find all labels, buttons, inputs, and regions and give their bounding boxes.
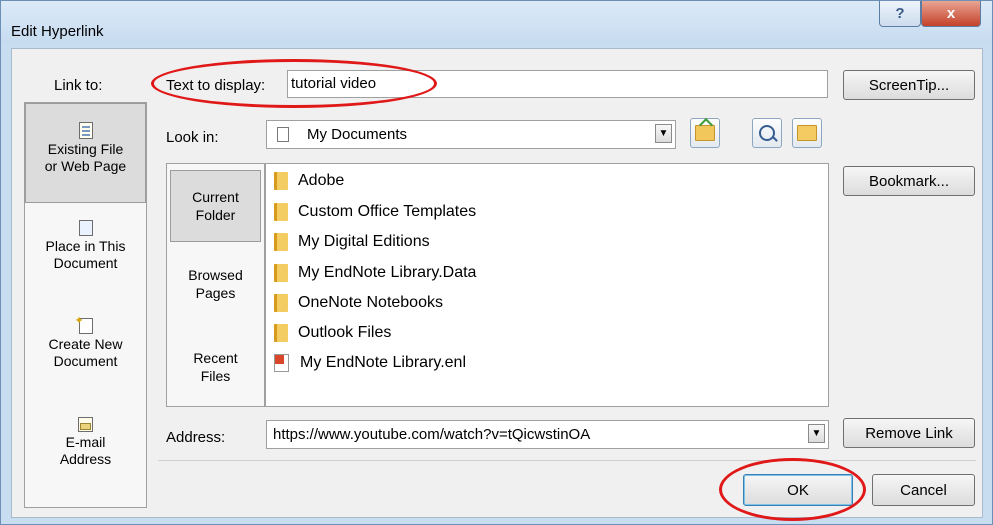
folder-icon xyxy=(274,203,288,221)
folder-icon xyxy=(274,324,288,342)
link-existing-file-label-2: or Web Page xyxy=(44,158,127,174)
open-folder-icon xyxy=(797,125,817,141)
folder-icon xyxy=(274,294,288,312)
file-name: OneNote Notebooks xyxy=(298,294,443,311)
folder-up-icon xyxy=(695,125,715,141)
link-create-new-document[interactable]: Create New Document xyxy=(25,313,146,370)
list-item[interactable]: Outlook Files xyxy=(274,320,391,346)
list-item[interactable]: Custom Office Templates xyxy=(274,199,476,225)
folder-icon xyxy=(274,264,288,282)
remove-link-button[interactable]: Remove Link xyxy=(843,418,975,448)
screentip-button[interactable]: ScreenTip... xyxy=(843,70,975,100)
browse-web-icon xyxy=(759,125,775,141)
file-name: My EndNote Library.enl xyxy=(300,354,466,371)
link-existing-file[interactable]: Existing File or Web Page xyxy=(25,103,146,203)
cancel-button[interactable]: Cancel xyxy=(872,474,975,506)
browse-nav-bar: Current Folder Browsed Pages Recent File… xyxy=(166,163,265,407)
endnote-file-icon xyxy=(274,354,289,372)
nav-current-label-1: Current xyxy=(192,189,239,205)
link-to-bar: Existing File or Web Page Place in This … xyxy=(24,102,147,508)
look-in-label: Look in: xyxy=(166,129,219,146)
nav-current-label-2: Folder xyxy=(195,207,236,223)
link-place-label-2: Document xyxy=(53,255,118,271)
link-place-in-document[interactable]: Place in This Document xyxy=(25,220,146,272)
link-create-label-1: Create New xyxy=(48,336,123,352)
dialog-title: Edit Hyperlink xyxy=(11,23,104,40)
nav-browsed-pages[interactable]: Browsed Pages xyxy=(170,266,261,302)
file-name: My EndNote Library.Data xyxy=(298,264,477,281)
list-item[interactable]: Adobe xyxy=(274,168,344,194)
up-one-folder-button[interactable] xyxy=(690,118,720,148)
look-in-value: My Documents xyxy=(307,126,408,143)
chevron-down-icon[interactable]: ▼ xyxy=(808,424,825,443)
link-create-label-2: Document xyxy=(53,353,118,369)
list-item[interactable]: My Digital Editions xyxy=(274,229,430,255)
list-item[interactable]: My EndNote Library.enl xyxy=(274,350,466,376)
link-email-label-1: E-mail xyxy=(65,434,106,450)
bookmark-button[interactable]: Bookmark... xyxy=(843,166,975,196)
address-value: https://www.youtube.com/watch?v=tQicwsti… xyxy=(273,426,591,443)
list-item[interactable]: OneNote Notebooks xyxy=(274,290,443,316)
browse-web-button[interactable] xyxy=(752,118,782,148)
chevron-down-icon[interactable]: ▼ xyxy=(655,124,672,143)
list-item[interactable]: My EndNote Library.Data xyxy=(274,260,476,286)
document-icon xyxy=(78,220,93,236)
help-button[interactable]: ? xyxy=(879,1,921,27)
close-button[interactable]: x xyxy=(921,1,981,27)
look-in-dropdown[interactable]: My Documents ▼ xyxy=(266,120,676,149)
web-page-icon xyxy=(78,122,93,139)
divider xyxy=(158,460,976,461)
file-list[interactable]: Adobe Custom Office Templates My Digital… xyxy=(265,163,829,407)
file-name: Custom Office Templates xyxy=(298,203,477,220)
folder-icon xyxy=(274,233,288,251)
new-document-icon xyxy=(75,313,93,334)
file-name: Adobe xyxy=(298,172,345,189)
link-existing-file-label-1: Existing File xyxy=(47,141,124,157)
address-label: Address: xyxy=(166,429,226,446)
address-field[interactable]: https://www.youtube.com/watch?v=tQicwsti… xyxy=(266,420,829,449)
link-email-address[interactable]: E-mail Address xyxy=(25,417,146,468)
nav-browsed-label-1: Browsed xyxy=(188,267,243,283)
nav-current-folder[interactable]: Current Folder xyxy=(170,170,261,242)
nav-browsed-label-2: Pages xyxy=(195,285,236,301)
link-email-label-2: Address xyxy=(59,451,112,467)
link-place-label-1: Place in This xyxy=(45,238,126,254)
annotation-circle-ok xyxy=(719,458,866,521)
documents-icon xyxy=(277,127,289,142)
file-name: My Digital Editions xyxy=(298,233,430,250)
email-icon xyxy=(78,417,93,432)
browse-file-button[interactable] xyxy=(792,118,822,148)
annotation-circle-text-to-display xyxy=(151,59,437,108)
title-bar[interactable]: Edit Hyperlink ? x xyxy=(1,1,992,45)
file-name: Outlook Files xyxy=(298,324,392,341)
nav-recent-files[interactable]: Recent Files xyxy=(170,349,261,385)
nav-recent-label-2: Files xyxy=(200,368,231,384)
nav-recent-label-1: Recent xyxy=(193,350,238,366)
link-to-label: Link to: xyxy=(54,77,103,94)
folder-icon xyxy=(274,172,288,190)
